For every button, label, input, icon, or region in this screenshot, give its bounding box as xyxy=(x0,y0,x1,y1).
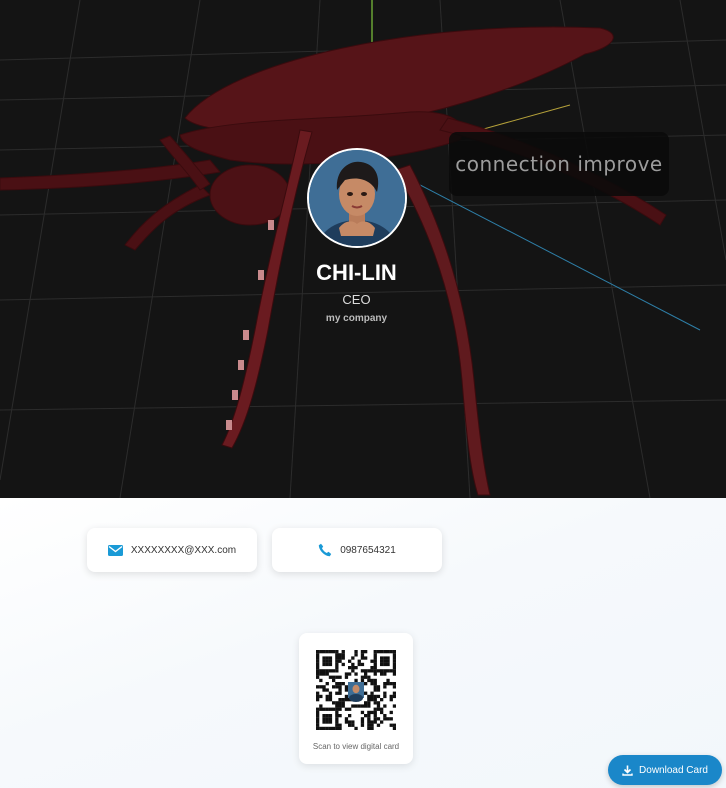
profile-company: my company xyxy=(325,313,388,324)
download-card-label: Download Card xyxy=(639,764,708,776)
download-icon xyxy=(622,765,633,776)
profile-name: CHI-LIN xyxy=(316,260,397,285)
qr-caption: Scan to view digital card xyxy=(312,742,400,751)
phone-card[interactable]: 0987654321 xyxy=(272,528,442,572)
qr-card: Scan to view digital card xyxy=(299,633,413,764)
ar-overlay-label: connection improve xyxy=(449,132,669,196)
person-portrait-icon xyxy=(309,150,405,246)
envelope-icon xyxy=(107,544,123,556)
email-card[interactable]: XXXXXXXX@XXX.com xyxy=(87,528,257,572)
qr-center-logo xyxy=(348,682,364,702)
model-viewer[interactable]: connection improve CHI-LIN CEO my compan… xyxy=(0,0,726,498)
profile-title: CEO xyxy=(342,292,371,307)
contact-section: XXXXXXXX@XXX.com 0987654321 Scan to view… xyxy=(0,498,726,788)
phone-icon xyxy=(318,543,332,557)
email-text: XXXXXXXX@XXX.com xyxy=(130,544,237,556)
cockroach-3d-model xyxy=(0,0,726,498)
phone-text: 0987654321 xyxy=(340,544,396,556)
download-card-button[interactable]: Download Card xyxy=(608,755,722,785)
qr-code[interactable] xyxy=(316,650,396,730)
avatar xyxy=(307,148,407,248)
